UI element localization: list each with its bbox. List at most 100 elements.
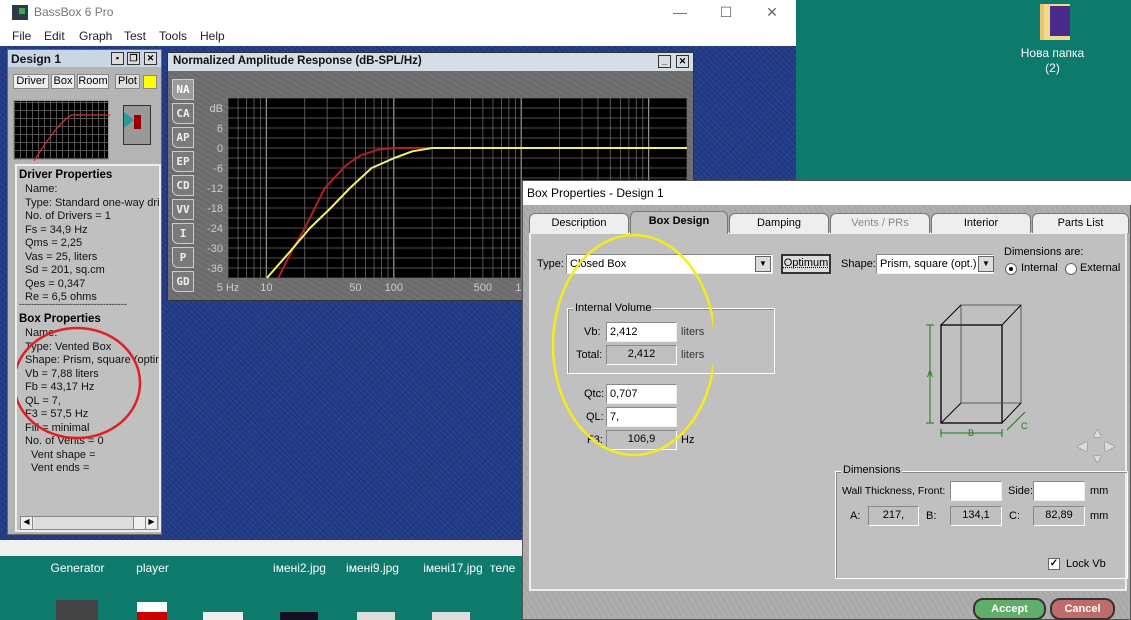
driver-properties-heading: Driver Properties: [19, 169, 112, 181]
accept-button[interactable]: Accept: [973, 598, 1046, 620]
dims-unit: mm: [1090, 510, 1108, 522]
lock-vb-label[interactable]: Lock Vb: [1066, 558, 1106, 570]
external-radio[interactable]: [1065, 263, 1077, 275]
scroll-left-arrow[interactable]: ◀: [21, 517, 33, 529]
driver-property: Qms = 2,25: [25, 237, 82, 249]
scroll-thumb[interactable]: [34, 517, 134, 529]
side-tab-ca[interactable]: CA: [172, 103, 194, 124]
red-annotation-circle: [17, 316, 161, 456]
side-tab-i[interactable]: I: [172, 223, 194, 244]
driver-property: Name:: [25, 183, 57, 195]
tab-driver[interactable]: Driver: [13, 74, 49, 89]
side-tab-gd[interactable]: GD: [172, 271, 194, 292]
status-bar: [0, 540, 522, 556]
chevron-down-icon[interactable]: ▼: [978, 256, 994, 272]
side-tab-ep[interactable]: EP: [172, 151, 194, 172]
dimension-c-label: C: [1021, 421, 1028, 431]
maximize-button[interactable]: ☐: [706, 2, 746, 22]
driver-property: Fs = 34,9 Hz: [25, 224, 88, 236]
properties-panel: Driver Properties Name: Type: Standard o…: [15, 164, 161, 532]
dimension-b-label: B: [968, 428, 974, 438]
b-label: B:: [926, 510, 936, 522]
close-icon[interactable]: ✕: [676, 55, 689, 68]
desktop-folder-label[interactable]: Нова папка: [1010, 46, 1095, 60]
horizontal-scrollbar[interactable]: ◀ ▶: [20, 516, 158, 530]
dimension-a-label: A: [927, 369, 933, 379]
tab-description[interactable]: Description: [529, 213, 629, 233]
external-radio-label[interactable]: External: [1080, 262, 1120, 274]
cancel-button[interactable]: Cancel: [1050, 598, 1115, 620]
tab-damping[interactable]: Damping: [729, 213, 829, 233]
shape-select[interactable]: Prism, square (opt.): [876, 254, 994, 274]
image-file-icon[interactable]: [203, 612, 243, 620]
tab-vents-prs[interactable]: Vents / PRs: [830, 213, 930, 233]
tab-parts-list[interactable]: Parts List: [1032, 213, 1129, 233]
wall-front-input[interactable]: [950, 481, 1002, 501]
menu-help[interactable]: Help: [200, 29, 225, 43]
minimize-icon[interactable]: _: [658, 55, 671, 68]
mini-response-graph[interactable]: [13, 100, 109, 160]
close-button[interactable]: ✕: [752, 2, 792, 22]
design-panel-header: Design 1 ▪ ❐ ✕: [8, 50, 161, 67]
lock-vb-checkbox[interactable]: ✓: [1048, 558, 1060, 570]
menu-edit[interactable]: Edit: [44, 29, 65, 43]
side-tab-ap[interactable]: AP: [172, 127, 194, 148]
scroll-right-arrow[interactable]: ▶: [145, 517, 157, 529]
desktop-icon-label[interactable]: імені17.jpg: [413, 561, 493, 575]
app-icon: [12, 5, 28, 20]
menu-test[interactable]: Test: [124, 29, 146, 43]
menu-bar: File Edit Graph Test Tools Help: [0, 24, 796, 46]
view-rotate-arrows-icon[interactable]: ▲ ◀ ▶ ▼: [1077, 427, 1119, 467]
image-file-icon[interactable]: [280, 612, 318, 620]
optimum-button[interactable]: Optimum: [781, 254, 831, 274]
driver-property: No. of Drivers = 1: [25, 210, 111, 222]
graph-window-header: Normalized Amplitude Response (dB-SPL/Hz…: [168, 53, 693, 71]
save-icon[interactable]: ▪: [111, 52, 124, 65]
box-dimensions-diagram: A B C: [923, 296, 1043, 441]
plot-color-swatch[interactable]: [143, 75, 157, 89]
desktop-icon-label[interactable]: Generator: [40, 561, 115, 575]
image-file-icon[interactable]: [357, 612, 395, 620]
side-label: Side:: [1008, 485, 1033, 497]
driver-property: Vas = 25, liters: [25, 251, 97, 263]
vent-property: Vent ends =: [31, 462, 89, 474]
side-tab-na[interactable]: NA: [172, 79, 194, 100]
c-label: C:: [1009, 510, 1020, 522]
calculator-icon[interactable]: [56, 600, 98, 620]
close-icon[interactable]: ✕: [144, 52, 157, 65]
yellow-annotation-circle: [533, 231, 713, 466]
desktop-folder-icon[interactable]: [1040, 4, 1070, 40]
desktop-icon-label[interactable]: імені9.jpg: [335, 561, 410, 575]
tab-box[interactable]: Box: [51, 74, 75, 89]
tab-plot[interactable]: Plot: [115, 74, 140, 89]
a-value: 217,: [868, 506, 919, 526]
menu-file[interactable]: File: [12, 29, 31, 43]
driver-property: Type: Standard one-way driver: [25, 197, 161, 209]
menu-tools[interactable]: Tools: [159, 29, 187, 43]
a-label: A:: [850, 510, 860, 522]
tab-room[interactable]: Room: [77, 74, 109, 89]
internal-radio-label[interactable]: Internal: [1021, 262, 1058, 274]
chevron-down-icon[interactable]: ▼: [755, 256, 771, 272]
side-tab-vv[interactable]: VV: [172, 199, 194, 220]
b-value: 134,1: [950, 506, 1002, 526]
side-input[interactable]: [1033, 481, 1085, 501]
document-icon[interactable]: [137, 602, 167, 620]
speaker-box-icon: [123, 105, 151, 145]
image-file-icon[interactable]: [432, 612, 470, 620]
dialog-title-bar: Box Properties - Design 1: [523, 181, 1131, 205]
design-panel: Design 1 ▪ ❐ ✕ Driver Box Room Plot Driv…: [7, 49, 162, 535]
tab-interior[interactable]: Interior: [931, 213, 1031, 233]
menu-graph[interactable]: Graph: [79, 29, 112, 43]
dimensions-are-label: Dimensions are:: [1004, 246, 1083, 258]
desktop-folder-count: (2): [1010, 61, 1095, 75]
copy-icon[interactable]: ❐: [127, 52, 140, 65]
folder-book-icon: [1050, 6, 1070, 36]
side-tab-cd[interactable]: CD: [172, 175, 194, 196]
desktop-icon-label[interactable]: player: [115, 561, 190, 575]
side-tab-p[interactable]: P: [172, 247, 194, 268]
internal-radio[interactable]: [1005, 263, 1017, 275]
mini-response-curve: [14, 101, 110, 161]
desktop-icon-label[interactable]: імені2.jpg: [262, 561, 337, 575]
minimize-button[interactable]: —: [660, 2, 700, 22]
